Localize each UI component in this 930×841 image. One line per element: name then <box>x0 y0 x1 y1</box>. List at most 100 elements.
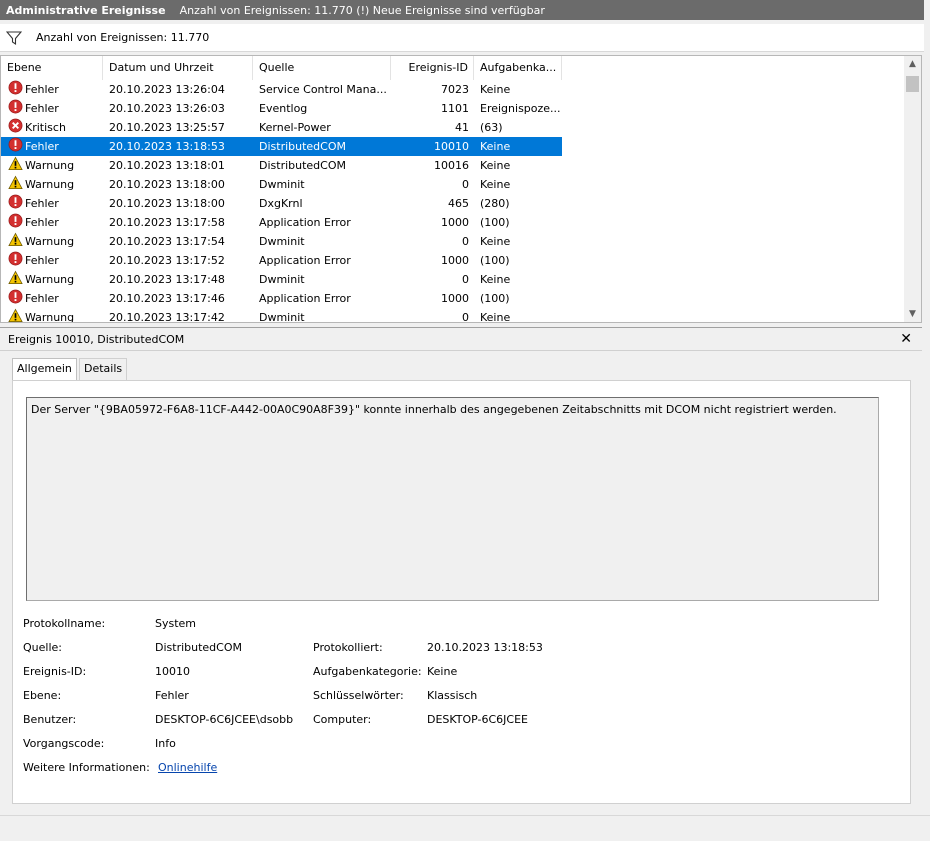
event-task: Keine <box>480 140 511 153</box>
event-id: 465 <box>448 197 469 210</box>
eventid-value: 10010 <box>155 665 190 678</box>
source-value: DistributedCOM <box>155 641 242 654</box>
event-list[interactable]: Ebene Datum und Uhrzeit Quelle Ereignis-… <box>0 55 922 323</box>
error-icon <box>8 289 23 308</box>
filter-icon[interactable] <box>6 30 22 46</box>
computer-value: DESKTOP-6C6JCEE <box>427 713 529 726</box>
event-row[interactable]: Fehler 20.10.2023 13:17:46 Application Err… <box>1 289 901 308</box>
list-scrollbar[interactable]: ▲ ▼ <box>904 56 921 322</box>
event-date: 20.10.2023 13:26:03 <box>109 102 225 115</box>
event-date: 20.10.2023 13:25:57 <box>109 121 225 134</box>
logged-label: Protokolliert: <box>313 641 383 654</box>
event-task: Keine <box>480 311 511 323</box>
column-header-task[interactable]: Aufgabenka... <box>474 56 562 80</box>
event-task: Keine <box>480 178 511 191</box>
event-date: 20.10.2023 13:18:53 <box>109 140 225 153</box>
event-task: (100) <box>480 292 510 305</box>
event-row[interactable]: Fehler 20.10.2023 13:17:58 Application Err… <box>1 213 901 232</box>
scroll-up-icon[interactable]: ▲ <box>904 56 921 72</box>
status-bar <box>0 815 930 841</box>
event-date: 20.10.2023 13:18:01 <box>109 159 225 172</box>
event-row[interactable]: Fehler 20.10.2023 13:18:00 DxgKrnl 465 (280) <box>1 194 901 213</box>
event-level: Warnung <box>25 273 75 286</box>
event-row[interactable]: Fehler 20.10.2023 13:26:03 Eventlog 1101 Ere… <box>1 99 901 118</box>
event-row[interactable]: Warnung 20.10.2023 13:18:00 Dwminit 0 Keine <box>1 175 901 194</box>
close-icon[interactable]: ✕ <box>900 331 912 347</box>
warning-icon <box>8 308 23 322</box>
detail-title: Ereignis 10010, DistributedCOM <box>8 332 185 346</box>
event-source: Application Error <box>259 216 351 229</box>
event-rows: Fehler 20.10.2023 13:26:04 Service Control… <box>1 80 901 323</box>
event-level: Fehler <box>25 197 59 210</box>
event-level: Fehler <box>25 140 59 153</box>
event-task: (280) <box>480 197 510 210</box>
event-row[interactable]: Kritisch 20.10.2023 13:25:57 Kernel-Power 4… <box>1 118 901 137</box>
column-header-date[interactable]: Datum und Uhrzeit <box>103 56 253 80</box>
event-message[interactable]: Der Server "{9BA05972-F6A8-11CF-A442-00A… <box>26 397 879 601</box>
warning-icon <box>8 156 23 175</box>
event-id: 0 <box>462 311 469 323</box>
event-date: 20.10.2023 13:17:54 <box>109 235 225 248</box>
filter-bar: Anzahl von Ereignissen: 11.770 <box>0 24 924 52</box>
event-id: 0 <box>462 178 469 191</box>
event-task: Keine <box>480 83 511 96</box>
event-row[interactable]: Warnung 20.10.2023 13:17:42 Dwminit 0 Keine <box>1 308 901 323</box>
event-row[interactable]: Warnung 20.10.2023 13:18:01 DistributedCOM… <box>1 156 901 175</box>
event-id: 41 <box>455 121 469 134</box>
taskcat-label: Aufgabenkategorie: <box>313 665 422 678</box>
user-value: DESKTOP-6C6JCEE\dsobb <box>155 713 294 726</box>
event-count-info: Anzahl von Ereignissen: 11.770 (!) Neue … <box>179 3 545 17</box>
keywords-label: Schlüsselwörter: <box>313 689 404 702</box>
event-source: Application Error <box>259 254 351 267</box>
title-bar: Administrative Ereignisse Anzahl von Ere… <box>0 0 924 20</box>
error-icon <box>8 194 23 213</box>
event-source: Dwminit <box>259 178 305 191</box>
event-id: 1101 <box>441 102 469 115</box>
event-task: (100) <box>480 216 510 229</box>
event-source: Eventlog <box>259 102 308 115</box>
critical-icon <box>8 118 23 137</box>
opcode-value: Info <box>155 737 176 750</box>
event-row[interactable]: Warnung 20.10.2023 13:17:54 Dwminit 0 Keine <box>1 232 901 251</box>
event-task: (100) <box>480 254 510 267</box>
event-id: 10010 <box>434 140 469 153</box>
warning-icon <box>8 270 23 289</box>
event-date: 20.10.2023 13:17:42 <box>109 311 225 323</box>
event-row[interactable]: Warnung 20.10.2023 13:17:48 Dwminit 0 Keine <box>1 270 901 289</box>
tab-general[interactable]: Allgemein <box>12 358 77 381</box>
online-help-link[interactable]: Onlinehilfe <box>158 761 217 774</box>
event-row[interactable]: Fehler 20.10.2023 13:17:52 Application Err… <box>1 251 901 270</box>
event-level: Warnung <box>25 178 75 191</box>
event-id: 0 <box>462 235 469 248</box>
tab-details[interactable]: Details <box>79 358 128 380</box>
taskcat-value: Keine <box>427 665 458 678</box>
event-level: Kritisch <box>25 121 66 134</box>
source-label: Quelle: <box>23 641 62 654</box>
opcode-label: Vorgangscode: <box>23 737 105 750</box>
column-header-source[interactable]: Quelle <box>253 56 391 80</box>
column-header-eventid[interactable]: Ereignis-ID <box>391 56 474 80</box>
event-row[interactable]: Fehler 20.10.2023 13:26:04 Service Control… <box>1 80 901 99</box>
scroll-thumb[interactable] <box>906 76 919 92</box>
event-source: DistributedCOM <box>259 159 346 172</box>
event-date: 20.10.2023 13:17:48 <box>109 273 225 286</box>
general-tab-panel: Der Server "{9BA05972-F6A8-11CF-A442-00A… <box>12 380 911 804</box>
moreinfo-label: Weitere Informationen: <box>23 761 150 774</box>
event-source: Application Error <box>259 292 351 305</box>
warning-icon <box>8 232 23 251</box>
column-header-level[interactable]: Ebene <box>1 56 103 80</box>
scroll-down-icon[interactable]: ▼ <box>904 306 921 322</box>
user-label: Benutzer: <box>23 713 77 726</box>
logname-label: Protokollname: <box>23 617 106 630</box>
event-level: Warnung <box>25 311 75 323</box>
event-source: Dwminit <box>259 235 305 248</box>
event-row[interactable]: Fehler 20.10.2023 13:18:53 DistributedCOM 1… <box>1 137 562 156</box>
error-icon <box>8 251 23 270</box>
event-task: Keine <box>480 159 511 172</box>
event-id: 10016 <box>434 159 469 172</box>
event-level: Fehler <box>25 102 59 115</box>
event-source: Service Control Mana... <box>259 83 387 96</box>
filter-count-text: Anzahl von Ereignissen: 11.770 <box>36 31 210 44</box>
warning-icon <box>8 175 23 194</box>
computer-label: Computer: <box>313 713 372 726</box>
